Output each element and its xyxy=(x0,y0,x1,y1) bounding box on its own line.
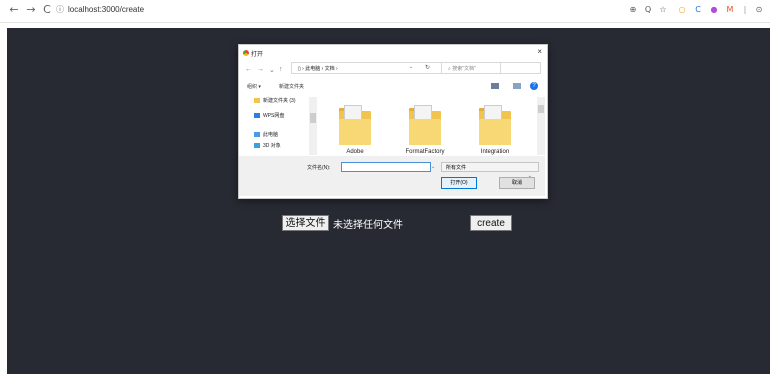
file-list: Adobe FormatFactory Integration xyxy=(325,97,537,155)
file-type-value: 所有文件 xyxy=(446,165,467,171)
nav-item[interactable]: 3D 对象 xyxy=(254,142,281,149)
nav-item-label: 此电脑 xyxy=(263,132,279,138)
nav-item[interactable]: WPS网盘 xyxy=(254,112,284,119)
chrome-logo-icon xyxy=(243,50,249,56)
nav-pane-scrollbar[interactable] xyxy=(309,97,317,155)
dialog-forward-icon[interactable]: → xyxy=(257,66,264,73)
filename-label: 文件名(N): xyxy=(307,165,331,171)
choose-file-button[interactable]: 选择文件 xyxy=(282,215,329,231)
folder-icon xyxy=(254,98,260,104)
extension-fox-icon[interactable]: M xyxy=(725,5,735,15)
file-type-select[interactable]: 所有文件 ⌄ xyxy=(441,162,539,179)
nav-item[interactable]: 此电脑 xyxy=(254,131,278,138)
dialog-back-icon[interactable]: ← xyxy=(245,66,252,73)
new-folder-button[interactable]: 新建文件夹 xyxy=(279,83,304,90)
file-open-dialog: 打开 × ← → ⌄ ↑ ▯ › 此电脑 › 文档 › ⌄ ↻ ⌕ 搜索"文档"… xyxy=(238,44,548,199)
file-name[interactable]: Adobe xyxy=(325,149,385,155)
close-icon[interactable]: × xyxy=(537,47,542,56)
site-info-icon[interactable]: ⓘ xyxy=(56,4,64,16)
filename-input[interactable] xyxy=(341,162,431,172)
nav-item-label: WPS网盘 xyxy=(263,113,285,119)
extension-c-icon[interactable]: C xyxy=(693,5,703,15)
view-mode-icon[interactable] xyxy=(491,83,499,89)
scroll-thumb[interactable] xyxy=(538,105,544,113)
bookmark-star-icon[interactable]: ☆ xyxy=(658,5,668,15)
folder-icon[interactable] xyxy=(475,105,515,147)
open-button[interactable]: 打开(O) xyxy=(441,177,477,189)
filename-dropdown-icon[interactable]: ⌄ xyxy=(431,164,435,170)
back-icon[interactable]: ← xyxy=(8,3,20,17)
dialog-recent-dropdown-icon[interactable]: ⌄ xyxy=(269,66,275,74)
nav-item-label: 3D 对象 xyxy=(263,143,281,149)
scroll-thumb[interactable] xyxy=(310,113,316,123)
cloud-icon xyxy=(254,113,260,119)
create-button[interactable]: create xyxy=(470,215,512,231)
profile-icon[interactable]: ⊙ xyxy=(754,5,764,15)
computer-icon xyxy=(254,132,260,138)
nav-item[interactable]: 新建文件夹 (3) xyxy=(254,97,296,104)
nav-item-label: 新建文件夹 (3) xyxy=(263,98,296,104)
folder-icon[interactable] xyxy=(405,105,445,147)
zoom-icon[interactable]: Q xyxy=(643,5,653,15)
cancel-button[interactable]: 取消 xyxy=(499,177,535,189)
extension-orange-icon[interactable]: ○ xyxy=(677,5,687,15)
dialog-title: 打开 xyxy=(251,52,264,58)
dialog-toolbar: 组织 ▾ 新建文件夹 ? xyxy=(239,81,545,93)
dialog-up-icon[interactable]: ↑ xyxy=(279,66,283,73)
address-bar[interactable]: localhost:3000/create xyxy=(68,4,144,16)
file-name[interactable]: Integration xyxy=(465,149,525,155)
file-status-text: 未选择任何文件 xyxy=(333,220,403,231)
extension-purple-icon[interactable]: ● xyxy=(709,5,719,15)
organize-button[interactable]: 组织 ▾ xyxy=(247,83,261,90)
file-list-scrollbar[interactable] xyxy=(537,97,545,155)
dialog-search-input[interactable]: ⌕ 搜索"文档" xyxy=(441,62,541,74)
browser-toolbar: ← → C ⓘ localhost:3000/create ⊕ Q ☆ ○ C ● M | ⊙ xyxy=(0,0,770,23)
reload-icon[interactable]: C xyxy=(41,3,53,17)
toolbar-divider: | xyxy=(743,5,747,14)
path-dropdown-icon[interactable]: ⌄ xyxy=(409,64,413,70)
file-name[interactable]: FormatFactory xyxy=(395,149,455,155)
folder-icon[interactable] xyxy=(335,105,375,147)
refresh-icon[interactable]: ↻ xyxy=(425,64,430,71)
help-icon[interactable]: ? xyxy=(530,82,538,90)
preview-pane-icon[interactable] xyxy=(513,83,521,89)
dialog-footer: 文件名(N): ⌄ 所有文件 ⌄ 打开(O) 取消 xyxy=(239,156,545,196)
forward-icon[interactable]: → xyxy=(25,3,37,17)
translate-icon[interactable]: ⊕ xyxy=(628,5,638,15)
3d-objects-icon xyxy=(254,143,260,149)
